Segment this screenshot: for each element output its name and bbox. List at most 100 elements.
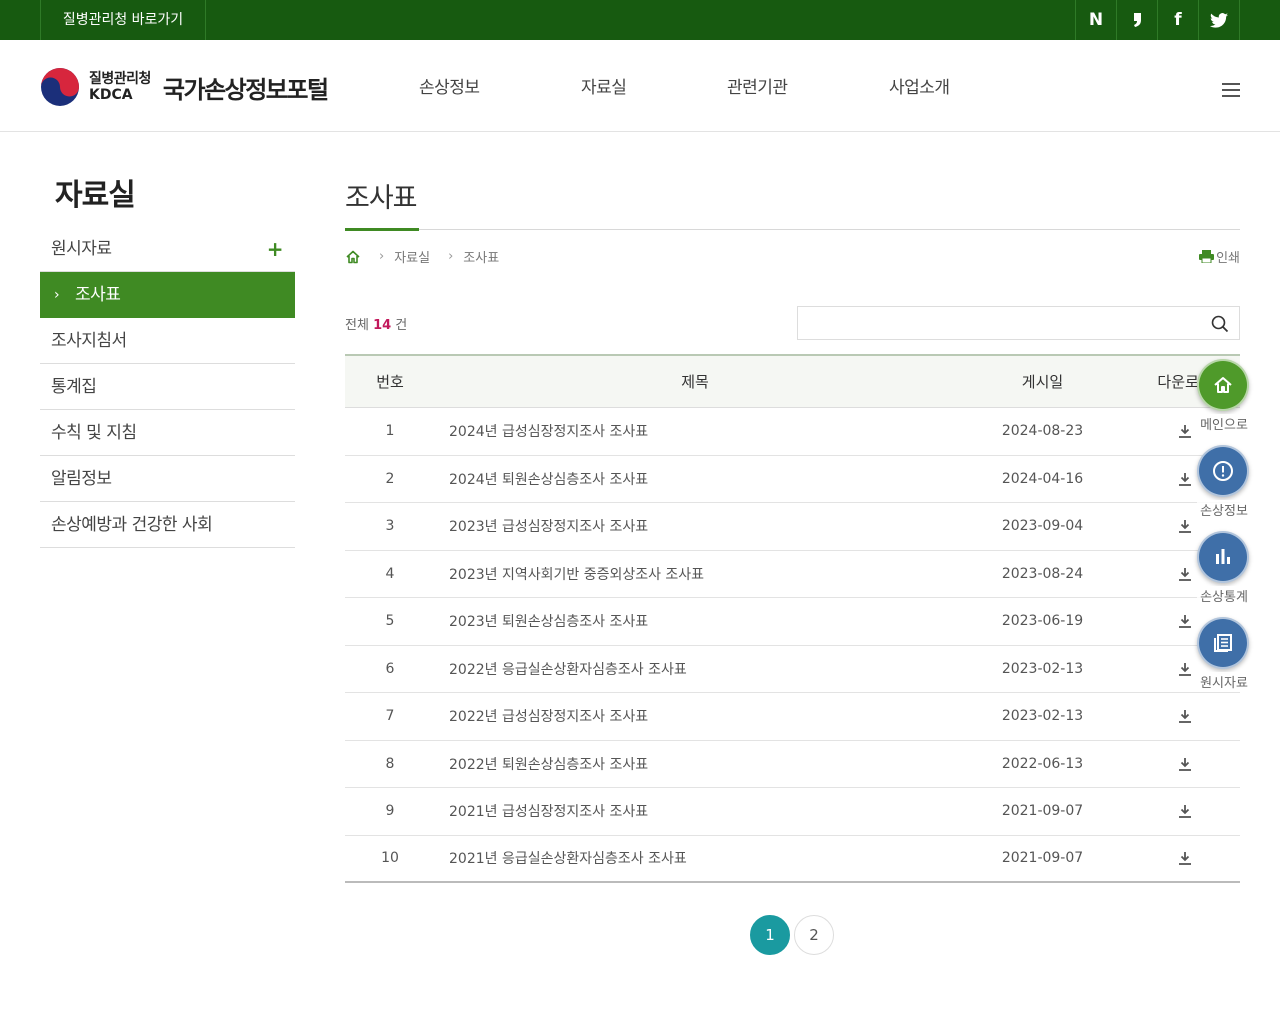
table-row[interactable]: 2 2024년 퇴원손상심층조사 조사표 2024-04-16 [345,456,1240,503]
portal-name: 국가손상정보포털 [162,75,329,104]
page-button-2[interactable]: 2 [794,915,834,955]
quick-menu-raw-data[interactable]: 원시자료 [1197,617,1251,691]
document-list-icon[interactable] [1197,617,1249,669]
download-icon[interactable] [1178,472,1192,486]
sidebar-item-rules[interactable]: 수칙 및 지침 [40,410,295,456]
row-title-link[interactable]: 2022년 응급실손상환자심층조사 조사표 [435,646,955,693]
print-label: 인쇄 [1216,251,1240,266]
quick-menu-main[interactable]: 메인으로 [1197,359,1251,433]
sidebar-item-statistics[interactable]: 통계집 [40,364,295,410]
quick-menu-label: 메인으로 [1197,414,1251,433]
row-date: 2021-09-07 [1001,803,1084,820]
row-date: 2021-09-07 [1001,850,1084,867]
row-title-link[interactable]: 2024년 퇴원손상심층조사 조사표 [435,456,955,503]
sidebar-item-notices[interactable]: 알림정보 [40,456,295,502]
bar-chart-icon[interactable] [1197,531,1249,583]
sidebar-item-guidelines[interactable]: 조사지침서 [40,318,295,364]
quick-menu-injury-info[interactable]: 손상정보 [1197,445,1251,519]
hamburger-menu-icon[interactable] [1222,83,1240,97]
sidebar-item-label: 알림정보 [51,469,112,489]
print-button[interactable]: 인쇄 [1199,247,1240,266]
download-icon[interactable] [1178,567,1192,581]
chevron-right-icon: › [379,249,385,264]
printer-icon [1199,250,1215,263]
pagination: 1 2 [750,915,838,955]
nav-item-related-orgs[interactable]: 관련기관 [727,73,788,98]
quick-menu-label: 원시자료 [1197,672,1251,691]
sidebar-menu: 원시자료 + › 조사표 조사지침서 통계집 수칙 및 지침 알림정보 손상예방… [40,226,295,548]
row-title-link[interactable]: 2024년 급성심장정지조사 조사표 [435,408,955,455]
taegeuk-emblem-icon [41,68,79,106]
download-button[interactable] [1130,741,1240,788]
table-row[interactable]: 8 2022년 퇴원손상심층조사 조사표 2022-06-13 [345,741,1240,788]
search-icon[interactable] [1211,315,1229,333]
table-row[interactable]: 7 2022년 급성심장정지조사 조사표 2023-02-13 [345,693,1240,741]
sidebar-item-label: 통계집 [51,377,97,397]
table-row[interactable]: 1 2024년 급성심장정지조사 조사표 2024-08-23 [345,408,1240,456]
download-icon[interactable] [1178,424,1192,439]
nav-item-business[interactable]: 사업소개 [889,73,950,98]
facebook-icon[interactable]: f [1158,0,1199,40]
breadcrumb-item[interactable]: 조사표 [463,247,499,266]
download-button[interactable] [1130,788,1240,835]
row-title-link[interactable]: 2021년 응급실손상환자심층조사 조사표 [435,836,955,882]
sidebar-item-label: 손상예방과 건강한 사회 [51,515,213,535]
questionnaire-table: 번호 제목 게시일 다운로드 1 2024년 급성심장정지조사 조사표 2024-0… [345,354,1240,883]
chevron-right-icon: › [54,287,60,303]
sidebar-item-questionnaire[interactable]: › 조사표 [40,272,295,318]
download-button[interactable] [1130,693,1240,740]
row-number: 1 [385,423,395,440]
table-row[interactable]: 4 2023년 지역사회기반 중증외상조사 조사표 2023-08-24 [345,551,1240,598]
alert-circle-icon[interactable] [1197,445,1249,497]
row-title-link[interactable]: 2023년 지역사회기반 중증외상조사 조사표 [435,551,955,598]
table-row[interactable]: 5 2023년 퇴원손상심층조사 조사표 2023-06-19 [345,598,1240,646]
quick-menu-injury-stats[interactable]: 손상통계 [1197,531,1251,605]
total-suffix: 건 [395,318,408,333]
kdca-shortcut-link[interactable]: 질병관리청 바로가기 [40,0,206,40]
naver-blog-icon[interactable]: N [1076,0,1117,40]
row-date: 2023-02-13 [1001,660,1084,677]
download-icon[interactable] [1178,757,1192,771]
row-title-link[interactable]: 2023년 퇴원손상심층조사 조사표 [435,598,955,645]
nav-item-injury-info[interactable]: 손상정보 [419,73,480,98]
row-date: 2023-09-04 [1001,518,1084,535]
twitter-icon[interactable] [1199,0,1240,40]
table-row[interactable]: 6 2022년 응급실손상환자심층조사 조사표 2023-02-13 [345,646,1240,693]
row-title-link[interactable]: 2023년 급성심장정지조사 조사표 [435,503,955,550]
download-icon[interactable] [1178,662,1192,676]
download-icon[interactable] [1178,614,1192,629]
table-row[interactable]: 9 2021년 급성심장정지조사 조사표 2021-09-07 [345,788,1240,836]
download-icon[interactable] [1178,709,1192,724]
page-button-1[interactable]: 1 [750,915,790,955]
nav-item-library[interactable]: 자료실 [581,73,627,98]
breadcrumb: › 자료실 › 조사표 [345,247,499,266]
sidebar-item-raw-data[interactable]: 원시자료 + [40,226,295,272]
site-logo[interactable]: 질병관리청 KDCA 국가손상정보포털 [40,67,329,107]
table-row[interactable]: 10 2021년 응급실손상환자심층조사 조사표 2021-09-07 [345,836,1240,883]
row-title-link[interactable]: 2022년 퇴원손상심층조사 조사표 [435,741,955,788]
row-number: 9 [385,803,395,820]
row-date: 2022-06-13 [1001,755,1084,772]
download-icon[interactable] [1178,804,1192,819]
row-date: 2023-08-24 [1001,565,1084,582]
search-box [797,306,1240,340]
home-icon[interactable] [345,249,361,265]
download-button[interactable] [1130,836,1240,882]
org-name: 질병관리청 KDCA [89,71,151,103]
sidebar-item-healthy-society[interactable]: 손상예방과 건강한 사회 [40,502,295,548]
table-row[interactable]: 3 2023년 급성심장정지조사 조사표 2023-09-04 [345,503,1240,551]
row-number: 4 [385,565,395,582]
naver-post-icon[interactable] [1117,0,1158,40]
total-count: 전체 14 건 [345,314,407,333]
sidebar-item-label: 수칙 및 지침 [51,423,137,443]
search-input[interactable] [798,307,1198,339]
plus-icon[interactable]: + [267,226,284,272]
breadcrumb-item[interactable]: 자료실 [394,247,430,266]
row-number: 6 [385,660,395,677]
home-icon[interactable] [1197,359,1249,411]
row-title-link[interactable]: 2021년 급성심장정지조사 조사표 [435,788,955,835]
download-icon[interactable] [1178,519,1192,534]
download-icon[interactable] [1178,851,1192,866]
total-number: 14 [373,318,392,333]
row-title-link[interactable]: 2022년 급성심장정지조사 조사표 [435,693,955,740]
